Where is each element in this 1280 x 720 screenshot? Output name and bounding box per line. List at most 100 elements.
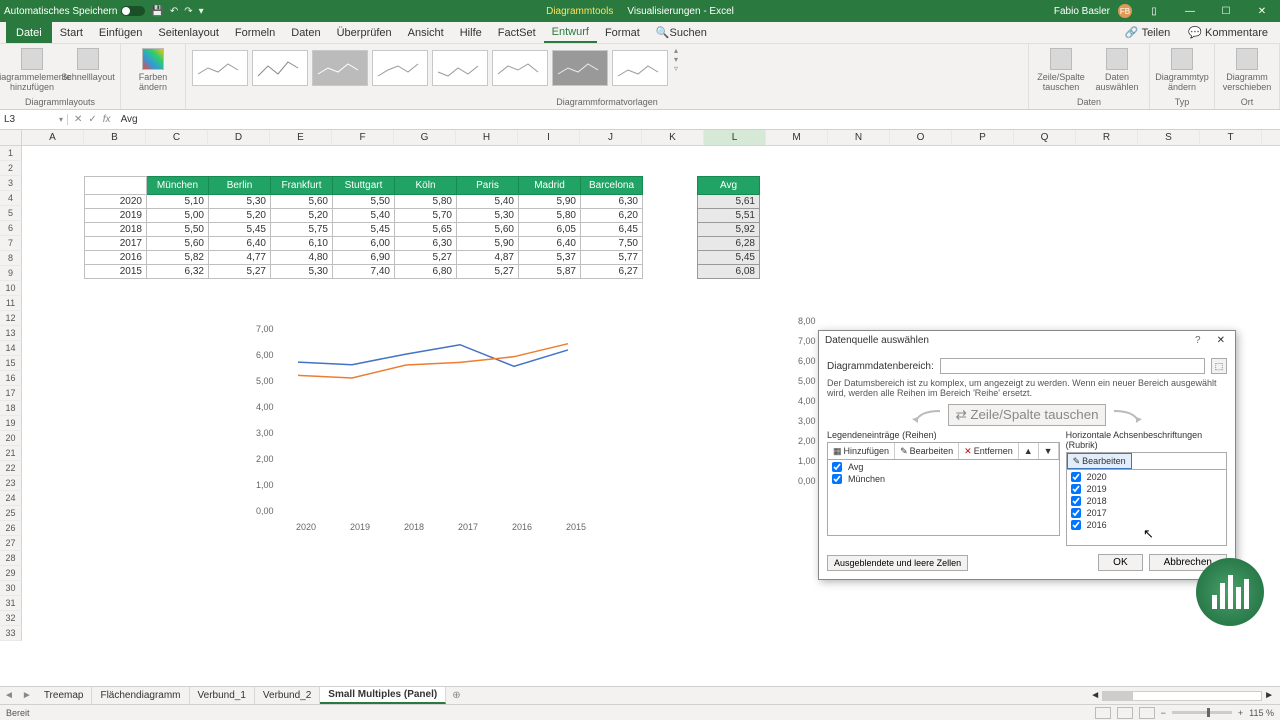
col-T[interactable]: T xyxy=(1200,130,1262,145)
col-K[interactable]: K xyxy=(642,130,704,145)
legend-item-checkbox[interactable] xyxy=(832,474,842,484)
col-C[interactable]: C xyxy=(146,130,208,145)
legend-item[interactable]: München xyxy=(828,473,1059,485)
legend-up-button[interactable]: ▲ xyxy=(1019,443,1039,459)
col-Q[interactable]: Q xyxy=(1014,130,1076,145)
quick-layout-button[interactable]: Schnelllayout xyxy=(62,46,114,82)
row-1[interactable]: 1 xyxy=(0,146,22,161)
select-data-button[interactable]: Daten auswählen xyxy=(1091,46,1143,92)
legend-add-button[interactable]: ▦Hinzufügen xyxy=(828,443,895,459)
table-cell[interactable]: 6,30 xyxy=(395,237,457,251)
switch-row-col-button[interactable]: Zeile/Spalte tauschen xyxy=(1035,46,1087,92)
legend-down-button[interactable]: ▼ xyxy=(1039,443,1059,459)
ok-button[interactable]: OK xyxy=(1098,554,1142,571)
toggle-switch-icon[interactable] xyxy=(121,6,145,16)
tab-data[interactable]: Daten xyxy=(283,22,328,43)
scroll-left-icon[interactable]: ◄ xyxy=(1090,690,1100,701)
table-cell[interactable]: 5,87 xyxy=(519,265,581,279)
chart-style-5[interactable] xyxy=(432,50,488,86)
col-M[interactable]: M xyxy=(766,130,828,145)
row-3[interactable]: 3 xyxy=(0,176,22,191)
tab-review[interactable]: Überprüfen xyxy=(329,22,400,43)
row-6[interactable]: 6 xyxy=(0,221,22,236)
table-cell[interactable]: 5,30 xyxy=(209,195,271,209)
row-2[interactable]: 2 xyxy=(0,161,22,176)
axis-item-checkbox[interactable] xyxy=(1071,472,1081,482)
table-cell[interactable]: 4,87 xyxy=(457,251,519,265)
col-R[interactable]: R xyxy=(1076,130,1138,145)
redo-icon[interactable]: ↷ xyxy=(184,6,192,17)
table-cell[interactable]: 5,10 xyxy=(147,195,209,209)
row-7[interactable]: 7 xyxy=(0,236,22,251)
table-cell[interactable]: 5,80 xyxy=(519,209,581,223)
table-cell[interactable]: 5,30 xyxy=(457,209,519,223)
axis-listbox[interactable]: 20202019201820172016 xyxy=(1066,470,1227,546)
row-15[interactable]: 15 xyxy=(0,356,22,371)
table-cell[interactable]: 2017 xyxy=(85,237,147,251)
chart-style-1[interactable] xyxy=(192,50,248,86)
chart-style-7[interactable] xyxy=(552,50,608,86)
tab-insert[interactable]: Einfügen xyxy=(91,22,150,43)
maximize-icon[interactable]: ☐ xyxy=(1212,6,1240,17)
hidden-cells-button[interactable]: Ausgeblendete und leere Zellen xyxy=(827,555,968,571)
row-16[interactable]: 16 xyxy=(0,371,22,386)
table-cell[interactable]: 5,45 xyxy=(209,223,271,237)
legend-item[interactable]: Avg xyxy=(828,461,1059,473)
name-box[interactable]: L3▾ xyxy=(0,114,68,125)
sheet-nav-next-icon[interactable]: ► xyxy=(18,690,36,701)
cancel-formula-icon[interactable]: ✕ xyxy=(74,114,82,125)
add-chart-element-button[interactable]: Diagrammelemente hinzufügen xyxy=(6,46,58,92)
table-cell[interactable]: 6,05 xyxy=(519,223,581,237)
tab-format[interactable]: Format xyxy=(597,22,648,43)
grid-area[interactable]: A B C D E F G H I J K L M N O P Q R S T … xyxy=(0,130,1280,666)
close-icon[interactable]: ✕ xyxy=(1248,6,1276,17)
avg-cell[interactable]: 5,61 xyxy=(698,195,760,209)
formula-input[interactable]: Avg xyxy=(117,114,1280,125)
share-button[interactable]: 🔗Teilen xyxy=(1119,26,1176,39)
row-18[interactable]: 18 xyxy=(0,401,22,416)
table-cell[interactable]: 6,27 xyxy=(581,265,643,279)
table-cell[interactable]: 6,32 xyxy=(147,265,209,279)
avg-table[interactable]: Avg 5,615,515,926,285,456,08 xyxy=(697,176,760,279)
avg-cell[interactable]: 5,92 xyxy=(698,223,760,237)
table-cell[interactable]: 6,10 xyxy=(271,237,333,251)
sheet-tab-2[interactable]: Verbund_1 xyxy=(190,687,255,704)
row-24[interactable]: 24 xyxy=(0,491,22,506)
table-cell[interactable]: 5,20 xyxy=(209,209,271,223)
table-cell[interactable]: 5,40 xyxy=(333,209,395,223)
row-27[interactable]: 27 xyxy=(0,536,22,551)
avg-cell[interactable]: 6,28 xyxy=(698,237,760,251)
avg-cell[interactable]: 6,08 xyxy=(698,265,760,279)
axis-item[interactable]: 2016 xyxy=(1067,519,1226,531)
axis-item-checkbox[interactable] xyxy=(1071,496,1081,506)
table-cell[interactable]: 6,00 xyxy=(333,237,395,251)
user-avatar[interactable]: FB xyxy=(1118,4,1132,18)
row-32[interactable]: 32 xyxy=(0,611,22,626)
row-25[interactable]: 25 xyxy=(0,506,22,521)
minimize-icon[interactable]: — xyxy=(1176,6,1204,17)
row-9[interactable]: 9 xyxy=(0,266,22,281)
table-cell[interactable]: 6,45 xyxy=(581,223,643,237)
row-13[interactable]: 13 xyxy=(0,326,22,341)
normal-view-icon[interactable] xyxy=(1095,707,1111,719)
col-D[interactable]: D xyxy=(208,130,270,145)
table-cell[interactable]: 6,20 xyxy=(581,209,643,223)
select-all-corner[interactable] xyxy=(0,130,22,145)
table-cell[interactable]: 5,30 xyxy=(271,265,333,279)
row-19[interactable]: 19 xyxy=(0,416,22,431)
swap-row-col-button[interactable]: ⇄ Zeile/Spalte tauschen xyxy=(948,404,1105,426)
table-cell[interactable]: 5,00 xyxy=(147,209,209,223)
table-cell[interactable]: 5,60 xyxy=(147,237,209,251)
tab-view[interactable]: Ansicht xyxy=(400,22,452,43)
table-cell[interactable]: 5,20 xyxy=(271,209,333,223)
table-cell[interactable]: 5,37 xyxy=(519,251,581,265)
table-cell[interactable]: 5,90 xyxy=(519,195,581,209)
change-colors-button[interactable]: Farben ändern xyxy=(127,46,179,92)
data-range-input[interactable] xyxy=(940,358,1205,374)
tab-help[interactable]: Hilfe xyxy=(452,22,490,43)
add-sheet-icon[interactable]: ⊕ xyxy=(446,690,466,701)
tab-design[interactable]: Entwurf xyxy=(544,22,597,43)
table-cell[interactable]: 7,50 xyxy=(581,237,643,251)
legend-listbox[interactable]: AvgMünchen xyxy=(827,460,1060,536)
axis-item-checkbox[interactable] xyxy=(1071,484,1081,494)
